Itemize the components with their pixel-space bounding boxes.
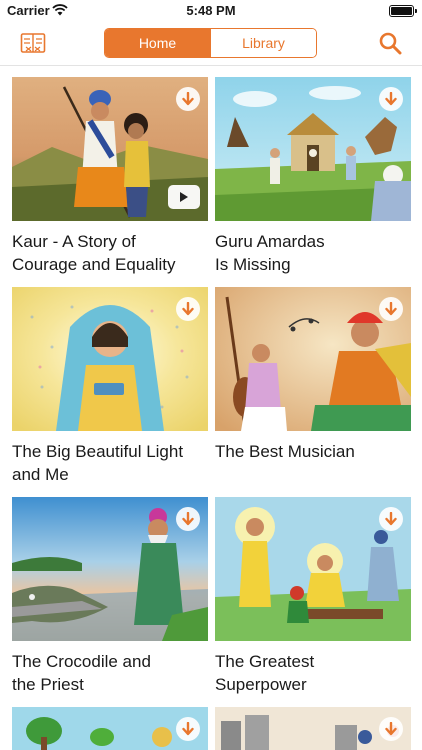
story-title[interactable]: The Crocodile and the Priest xyxy=(12,650,212,696)
download-button[interactable] xyxy=(379,717,403,741)
download-button[interactable] xyxy=(379,297,403,321)
story-cover-greatest-superpower[interactable] xyxy=(215,497,411,641)
home-library-switch: Home Library xyxy=(104,28,317,58)
story-title[interactable]: Kaur - A Story of Courage and Equality xyxy=(12,230,212,276)
story-cover-crocodile-priest[interactable] xyxy=(12,497,208,641)
download-arrow-icon xyxy=(182,512,194,526)
book-icon[interactable] xyxy=(20,31,46,55)
story-title[interactable]: The Best Musician xyxy=(215,440,415,463)
download-button[interactable] xyxy=(176,507,200,531)
download-arrow-icon xyxy=(182,722,194,736)
story-cover-kaur[interactable] xyxy=(12,77,208,221)
clock: 5:48 PM xyxy=(186,3,236,18)
tab-home[interactable]: Home xyxy=(105,29,210,57)
story-cover-guru-amardas[interactable] xyxy=(215,77,411,221)
download-button[interactable] xyxy=(379,87,403,111)
story-title[interactable]: The Greatest Superpower xyxy=(215,650,415,696)
download-arrow-icon xyxy=(385,512,397,526)
story-cover-7[interactable] xyxy=(12,707,208,750)
battery-icon xyxy=(389,5,417,17)
download-button[interactable] xyxy=(176,297,200,321)
download-arrow-icon xyxy=(182,302,194,316)
download-arrow-icon xyxy=(182,92,194,106)
download-arrow-icon xyxy=(385,92,397,106)
search-icon[interactable] xyxy=(378,31,402,55)
download-button[interactable] xyxy=(176,87,200,111)
play-icon xyxy=(180,192,188,202)
story-title[interactable]: Guru Amardas Is Missing xyxy=(215,230,415,276)
download-arrow-icon xyxy=(385,302,397,316)
download-button[interactable] xyxy=(176,717,200,741)
story-title[interactable]: The Big Beautiful Light and Me xyxy=(12,440,212,486)
tab-library[interactable]: Library xyxy=(210,29,316,57)
status-bar: Carrier 5:48 PM xyxy=(0,0,422,22)
download-button[interactable] xyxy=(379,507,403,531)
nav-bar: Home Library xyxy=(0,22,422,66)
story-cover-best-musician[interactable] xyxy=(215,287,411,431)
download-arrow-icon xyxy=(385,722,397,736)
story-cover-big-beautiful-light[interactable] xyxy=(12,287,208,431)
story-cover-8[interactable] xyxy=(215,707,411,750)
play-video-button[interactable] xyxy=(168,185,200,209)
